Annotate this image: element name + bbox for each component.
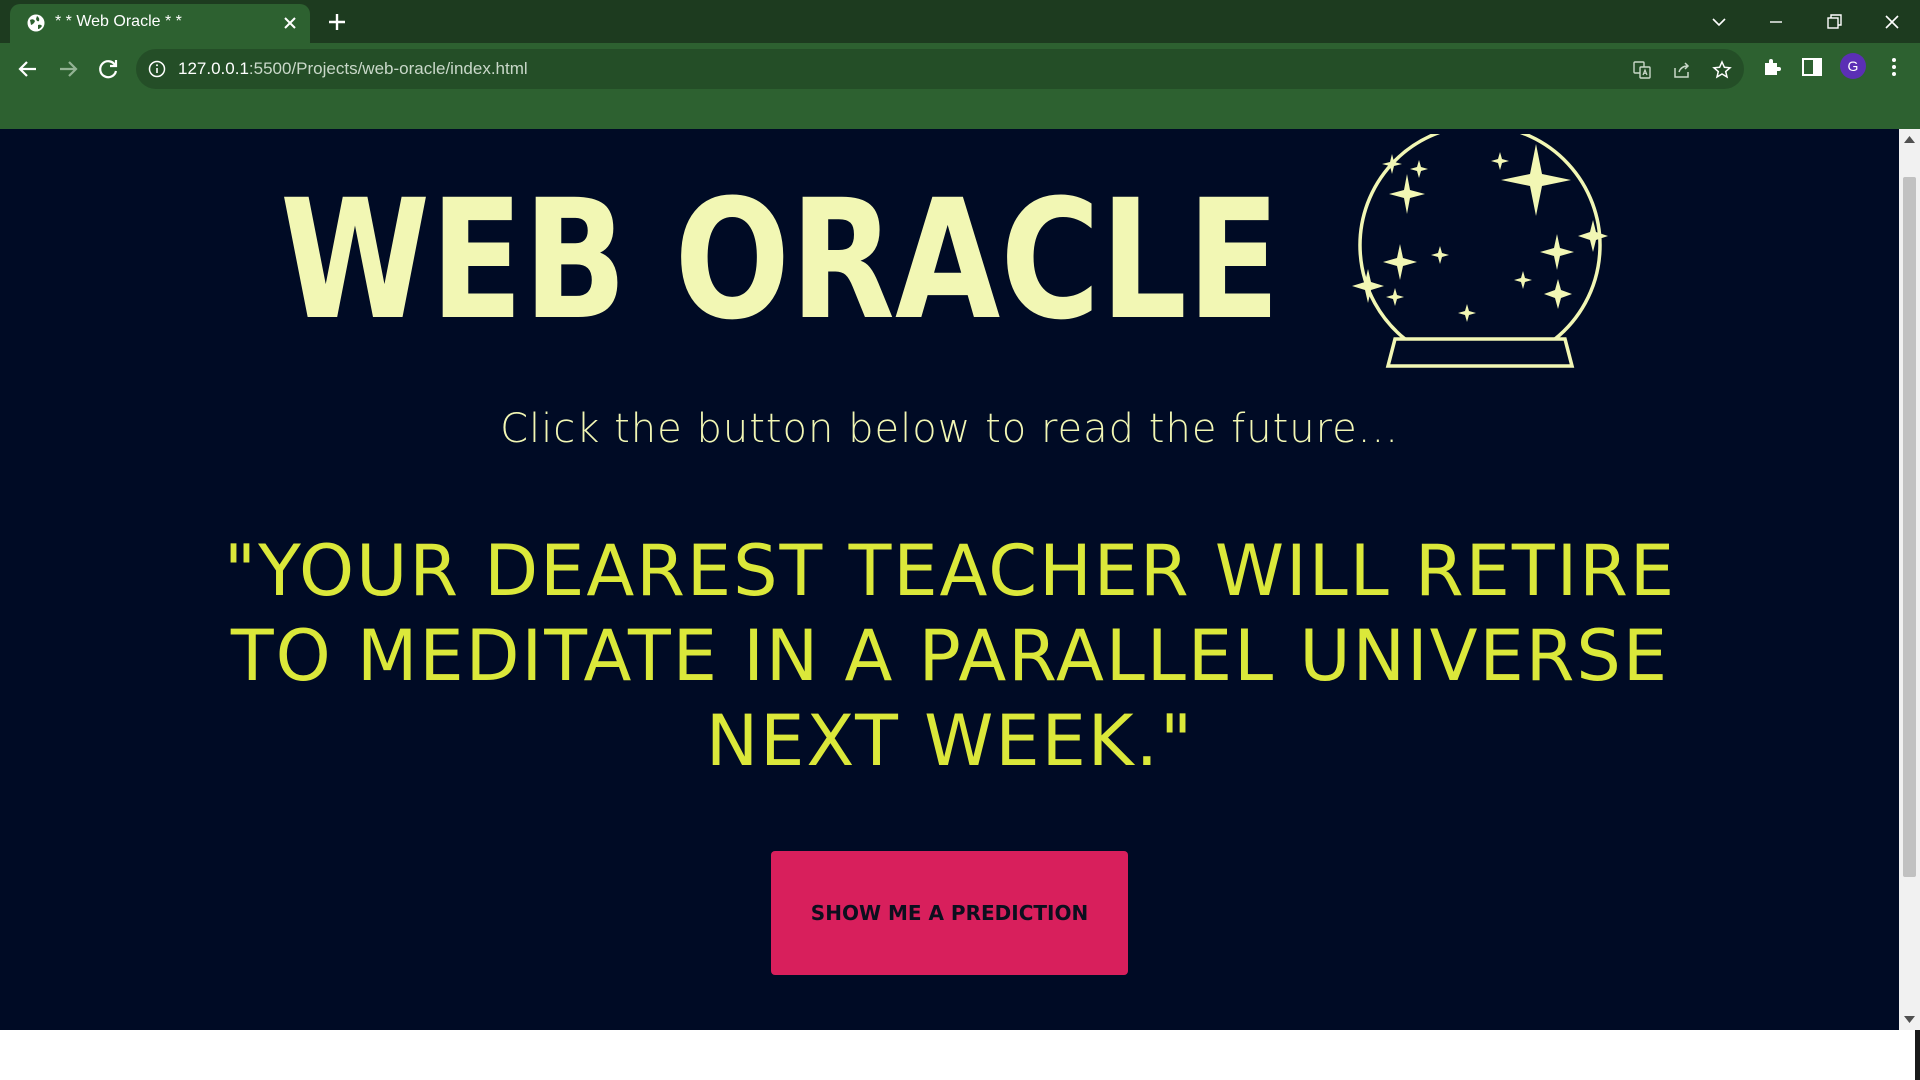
- avatar[interactable]: G: [1840, 53, 1866, 79]
- kebab-menu-icon[interactable]: [1882, 55, 1906, 79]
- tab-strip: * * Web Oracle * *: [0, 0, 1920, 43]
- restore-icon[interactable]: [1820, 8, 1848, 36]
- browser-toolbar: 127.0.0.1:5500/Projects/web-oracle/index…: [0, 43, 1920, 129]
- address-bar[interactable]: 127.0.0.1:5500/Projects/web-oracle/index…: [136, 49, 1744, 89]
- share-icon[interactable]: [1672, 60, 1692, 80]
- tab-title: * * Web Oracle * *: [55, 13, 182, 30]
- page-scrollbar[interactable]: [1899, 129, 1920, 1030]
- forward-arrow-icon[interactable]: [52, 53, 84, 85]
- scroll-down-arrow-icon[interactable]: [1904, 1016, 1915, 1024]
- page-title: WEB ORACLE: [280, 164, 1280, 349]
- globe-icon: [27, 14, 45, 32]
- subtitle: Click the button below to read the futur…: [500, 406, 1399, 452]
- reload-icon[interactable]: [92, 53, 124, 85]
- url-path: :5500/Projects/web-oracle/index.html: [248, 59, 528, 78]
- info-icon[interactable]: [148, 60, 166, 78]
- chevron-down-icon[interactable]: [1705, 8, 1733, 36]
- puzzle-icon[interactable]: [1760, 55, 1784, 79]
- show-prediction-button[interactable]: SHOW ME A PREDICTION: [771, 851, 1128, 975]
- scroll-thumb[interactable]: [1903, 177, 1916, 877]
- plus-icon[interactable]: [325, 10, 349, 34]
- minimize-icon[interactable]: [1762, 8, 1790, 36]
- star-icon[interactable]: [1712, 60, 1732, 80]
- page-bottom-area: [0, 1030, 1920, 1080]
- svg-text:WEB ORACLE: WEB ORACLE: [280, 164, 1280, 349]
- close-window-icon[interactable]: [1878, 8, 1906, 36]
- page-viewport: WEB ORACLE Click the button below to rea…: [0, 129, 1899, 1030]
- prediction-text: "YOUR DEAREST TEACHER WILL RETIRE TO MED…: [223, 530, 1677, 782]
- crystal-ball-icon: [1352, 134, 1608, 368]
- close-icon[interactable]: [282, 15, 298, 31]
- translate-icon[interactable]: [1632, 60, 1652, 80]
- browser-tab[interactable]: * * Web Oracle * *: [10, 4, 310, 43]
- url-host: 127.0.0.1: [178, 59, 249, 78]
- side-panel-icon[interactable]: [1800, 55, 1824, 79]
- back-arrow-icon[interactable]: [12, 53, 44, 85]
- url-text: 127.0.0.1:5500/Projects/web-oracle/index…: [178, 59, 528, 79]
- window-edge: [1915, 1030, 1920, 1080]
- scroll-up-arrow-icon[interactable]: [1904, 135, 1915, 143]
